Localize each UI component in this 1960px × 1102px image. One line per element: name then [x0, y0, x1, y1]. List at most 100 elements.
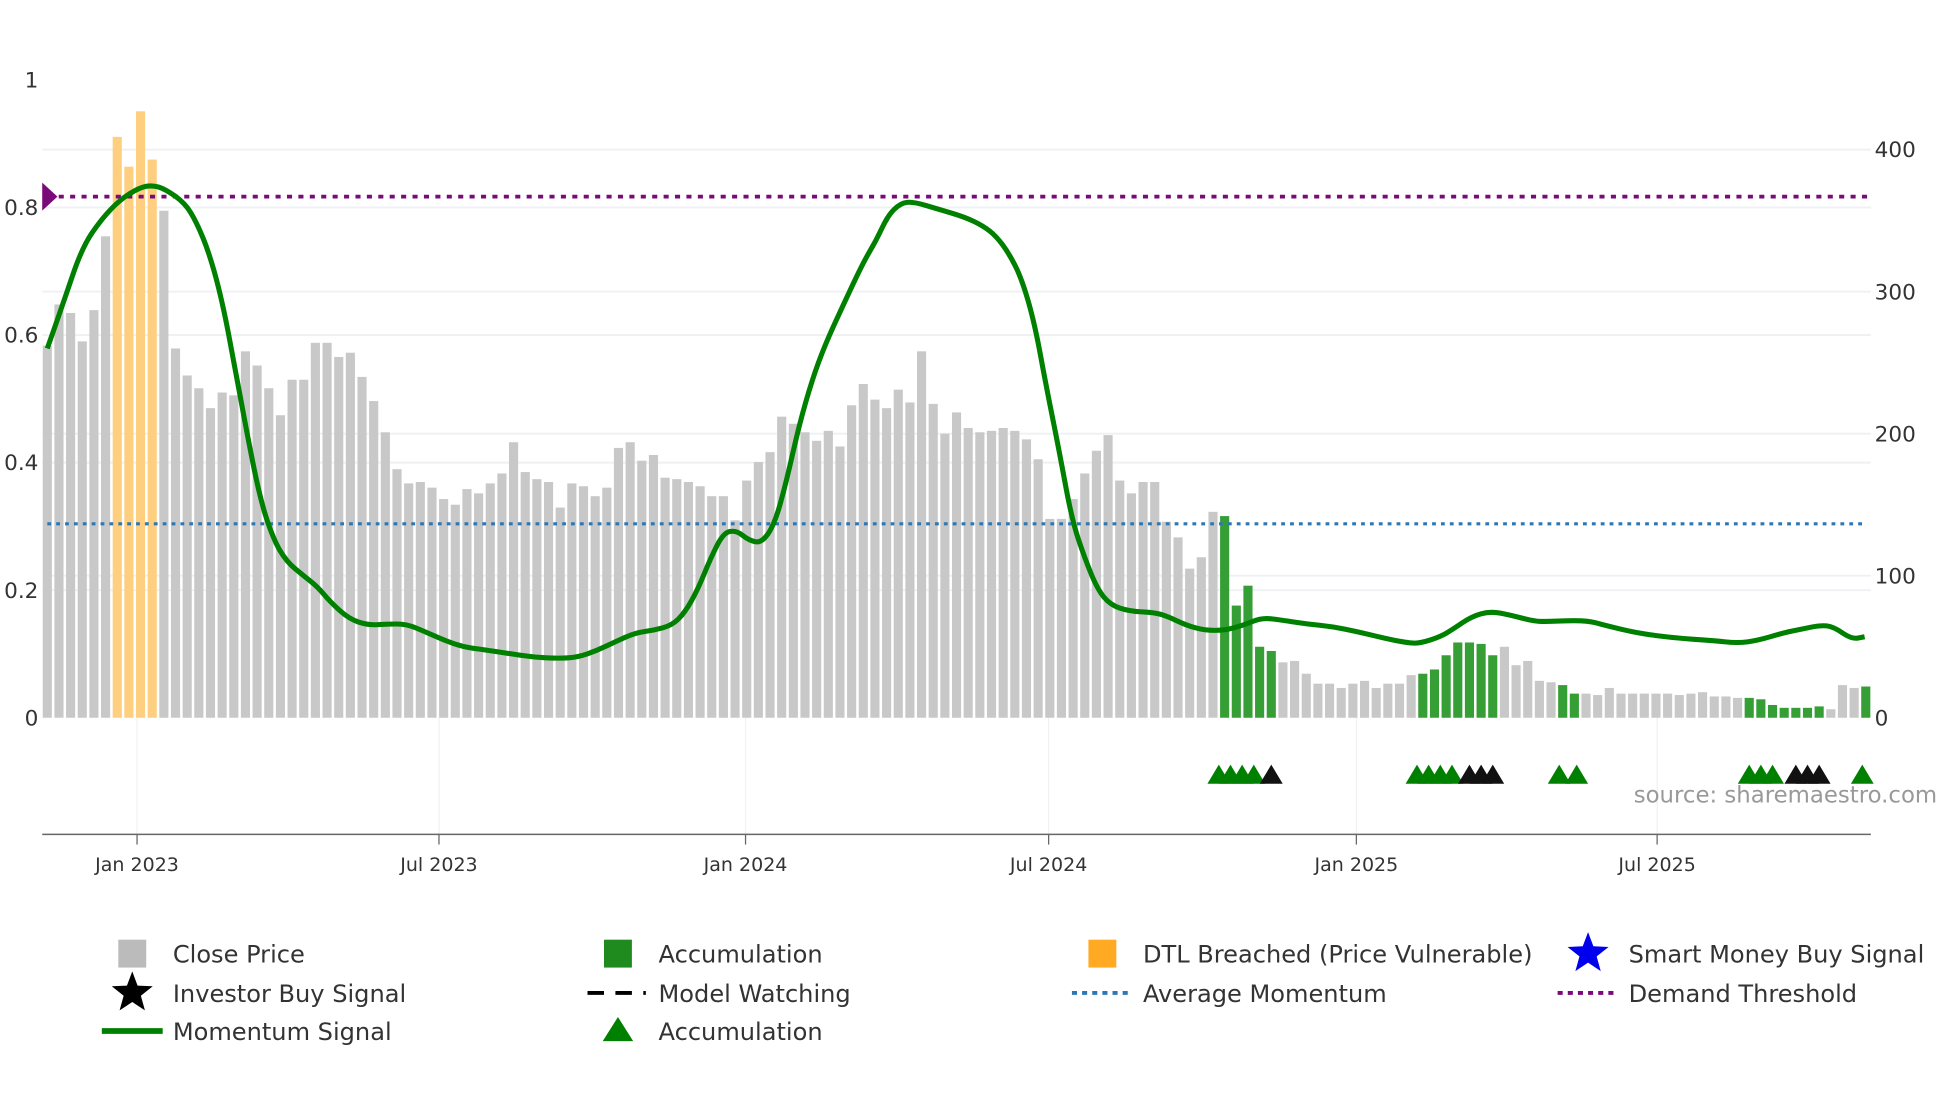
right-tick-label: 100	[1875, 564, 1916, 589]
close-price-bar	[1709, 696, 1719, 718]
close-price-bar	[1826, 709, 1836, 718]
close-price-bar	[928, 403, 938, 718]
accumulation-legend-icon	[602, 1017, 634, 1042]
close-price-bar	[54, 304, 64, 718]
price-bars	[42, 111, 1871, 718]
close-price-bar	[835, 446, 845, 718]
close-price-bar	[602, 487, 612, 718]
legend-label: Average Momentum	[1143, 980, 1387, 1008]
close-price-bar	[1359, 680, 1370, 718]
close-price-bar	[532, 479, 542, 718]
close-price-bar	[1639, 693, 1649, 718]
close-price-bar	[369, 401, 379, 718]
close-price-legend-icon	[118, 939, 147, 968]
close-price-bar	[159, 210, 169, 718]
close-price-bar	[1686, 693, 1696, 718]
close-price-bar	[392, 469, 402, 718]
legend-label: Demand Threshold	[1629, 980, 1857, 1008]
accumulation-bar	[1802, 707, 1813, 718]
close-price-bar	[1698, 692, 1708, 718]
close-price-bar	[474, 493, 484, 718]
close-price-bar	[322, 342, 332, 718]
close-price-bar	[1581, 693, 1591, 718]
close-price-bar	[963, 428, 973, 718]
accumulation-bar	[1429, 669, 1440, 718]
close-price-bar	[1849, 687, 1859, 718]
close-price-bar	[940, 433, 950, 718]
right-tick-label: 300	[1875, 280, 1916, 305]
right-tick-label: 0	[1875, 706, 1889, 731]
legend-item: Average Momentum	[1071, 980, 1387, 1008]
accumulation-bar	[1814, 706, 1824, 718]
legend-item: Accumulation	[602, 1017, 823, 1046]
close-price-bar	[1056, 518, 1067, 718]
close-price-bar	[730, 520, 740, 718]
close-price-bar	[1033, 459, 1043, 718]
close-price-bar	[1383, 683, 1393, 718]
legend-label: Model Watching	[659, 980, 851, 1008]
close-price-bar	[509, 442, 519, 718]
legend-item: DTL Breached (Price Vulnerable)	[1088, 939, 1533, 969]
legend-label: DTL Breached (Price Vulnerable)	[1143, 941, 1533, 969]
accumulation-legend-icon	[604, 939, 632, 968]
legend-item: Smart Money Buy Signal	[1567, 932, 1924, 972]
accumulation-bar	[1744, 697, 1754, 718]
left-tick-label: 0.6	[4, 324, 38, 349]
x-tick-label: Jul 2025	[1617, 854, 1695, 876]
close-price-bar	[986, 430, 997, 718]
close-price-bar	[1534, 680, 1544, 718]
dtl-breached-bar	[112, 136, 122, 718]
close-price-bar	[753, 462, 763, 718]
close-price-bar	[66, 312, 76, 718]
dtl-breached-bar	[124, 166, 134, 718]
close-price-bar	[567, 483, 577, 718]
close-price-bar	[905, 402, 915, 718]
investor-buy-signal-legend-icon	[111, 971, 153, 1011]
close-price-bar	[1138, 481, 1148, 718]
accumulation-bar	[1756, 699, 1766, 718]
close-price-bar	[1301, 673, 1311, 718]
close-price-bar	[765, 452, 775, 718]
close-price-bar	[217, 392, 227, 718]
close-price-bar	[404, 483, 414, 718]
accumulation-bar	[1558, 685, 1568, 718]
signal-markers	[1207, 764, 1874, 784]
model-watching-marker	[1259, 764, 1283, 784]
right-tick-label: 400	[1875, 138, 1916, 163]
left-tick-label: 0.4	[4, 451, 38, 476]
accumulation-bar	[1464, 642, 1475, 718]
dtl-breached-bar	[135, 111, 146, 718]
accumulation-bar	[1231, 605, 1241, 718]
dtl-breached-price-vulnerable-legend-icon	[1088, 939, 1117, 968]
left-tick-label: 0.2	[4, 579, 38, 604]
close-price-bar	[613, 447, 624, 718]
close-price-bar	[1045, 518, 1055, 718]
close-price-bar	[1837, 685, 1848, 718]
close-price-bar	[101, 236, 111, 718]
close-price-bar	[951, 412, 962, 718]
close-price-bar	[42, 345, 52, 718]
legend-item: Model Watching	[587, 980, 851, 1008]
close-price-bar	[299, 379, 309, 718]
close-price-bar	[287, 379, 297, 718]
close-price-bar	[1732, 697, 1743, 718]
left-tick-label: 0	[25, 706, 39, 731]
smart-money-buy-signal-legend-icon	[1567, 932, 1609, 972]
close-price-bar	[1126, 493, 1136, 718]
close-price-bar	[707, 496, 717, 718]
accumulation-bar	[1255, 646, 1265, 718]
close-price-bar	[357, 376, 367, 718]
demand-threshold-marker	[42, 182, 58, 211]
x-tick-label: Jul 2024	[1009, 854, 1087, 876]
legend-label: Close Price	[173, 941, 305, 969]
close-price-bar	[194, 388, 204, 718]
accumulation-bar	[1779, 707, 1789, 718]
legend-item: Demand Threshold	[1557, 980, 1857, 1008]
close-price-bar	[439, 499, 449, 718]
close-price-bar	[637, 460, 647, 718]
close-price-bar	[89, 310, 99, 718]
close-price-bar	[170, 348, 181, 718]
close-price-bar	[590, 496, 600, 718]
close-price-bar	[870, 399, 880, 718]
close-price-bar	[520, 472, 530, 718]
